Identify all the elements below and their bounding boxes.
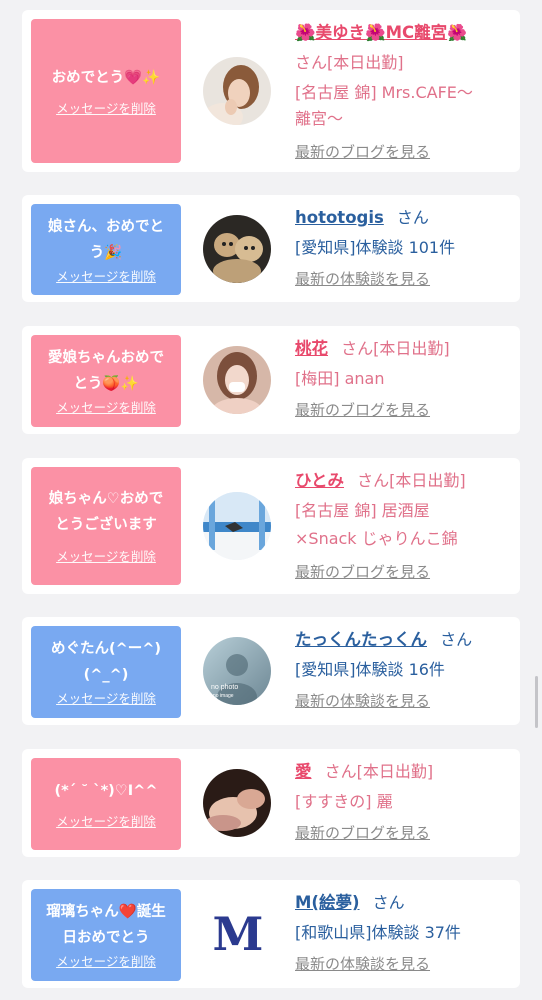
- member-info: 愛 さん[本日出勤] [すすきの] 麗 最新のブログを見る: [295, 757, 515, 845]
- delete-message-link[interactable]: メッセージを削除: [56, 953, 156, 971]
- message-card: 愛娘ちゃんおめで とう🍑✨ メッセージを削除 桃花 さん[本日出勤] [梅田] a…: [22, 326, 520, 434]
- member-suffix: さん: [440, 630, 473, 649]
- delete-message-link[interactable]: メッセージを削除: [56, 268, 156, 286]
- member-name-line: hototogis さん: [295, 203, 515, 233]
- message-card: 娘さん、おめでと う🎉 メッセージを削除 hototogis さん [愛知県]体験…: [22, 195, 520, 302]
- latest-review-link[interactable]: 最新の体験談を見る: [295, 267, 515, 291]
- member-suffix: さん: [396, 208, 429, 227]
- delete-message-link[interactable]: メッセージを削除: [56, 548, 156, 566]
- avatar[interactable]: [203, 215, 271, 283]
- member-name-link[interactable]: M(絵夢): [295, 893, 360, 912]
- avatar-placeholder[interactable]: no photo no image: [203, 637, 271, 705]
- member-name-line: 桃花 さん[本日出勤]: [295, 334, 515, 364]
- message-text: (*´ ˘ `*)♡I^^: [54, 783, 158, 799]
- member-name-line: ひとみ さん[本日出勤]: [295, 466, 515, 496]
- hibiscus-icon: 🌺: [365, 23, 386, 42]
- avatar[interactable]: [203, 346, 271, 414]
- member-review-count: [愛知県]体験談 16件: [295, 660, 445, 679]
- member-name-link[interactable]: 愛: [295, 762, 312, 781]
- member-location: [名古屋 錦] 居酒屋: [295, 501, 430, 520]
- member-location-cont: ×Snack じゃりんこ錦: [295, 529, 458, 548]
- delete-message-link[interactable]: メッセージを削除: [56, 399, 156, 417]
- delete-message-link[interactable]: メッセージを削除: [56, 100, 156, 118]
- member-suffix: さん: [372, 893, 405, 912]
- member-name-line: 愛 さん[本日出勤]: [295, 757, 515, 787]
- member-info: M(絵夢) さん [和歌山県]体験談 37件 最新の体験談を見る: [295, 888, 515, 976]
- message-text: 瑠璃ちゃん❤️誕生 日おめでとう: [46, 904, 166, 946]
- message-text: おめでとう💗✨: [51, 70, 161, 86]
- avatar[interactable]: [203, 769, 271, 837]
- latest-blog-link[interactable]: 最新のブログを見る: [295, 560, 515, 584]
- m-logo-icon: M: [212, 907, 264, 961]
- message-text: めぐたん(^ー^) (^_^): [50, 641, 162, 683]
- member-name-link[interactable]: たっくんたっくん: [295, 630, 427, 649]
- member-name-line: M(絵夢) さん: [295, 888, 515, 918]
- member-name-link[interactable]: hototogis: [295, 208, 384, 227]
- message-bubble: (*´ ˘ `*)♡I^^ メッセージを削除: [31, 758, 181, 850]
- member-location: [すすきの] 麗: [295, 792, 393, 811]
- message-card: 娘ちゃん♡おめで とうございます メッセージを削除 ひとみ さん[本日出勤] [名…: [22, 458, 520, 594]
- member-info: ひとみ さん[本日出勤] [名古屋 錦] 居酒屋 ×Snack じゃりんこ錦 最…: [295, 466, 515, 584]
- member-info: 桃花 さん[本日出勤] [梅田] anan 最新のブログを見る: [295, 334, 515, 422]
- message-card: めぐたん(^ー^) (^_^) メッセージを削除 no photo no imag…: [22, 617, 520, 725]
- message-card: (*´ ˘ `*)♡I^^ メッセージを削除 愛 さん[本日出勤] [すすきの]…: [22, 749, 520, 857]
- member-review-count: [愛知県]体験談 101件: [295, 238, 456, 257]
- delete-message-link[interactable]: メッセージを削除: [56, 813, 156, 831]
- hibiscus-icon: 🌺: [447, 23, 468, 42]
- member-info: たっくんたっくん さん [愛知県]体験談 16件 最新の体験談を見る: [295, 625, 515, 713]
- message-text: 愛娘ちゃんおめで とう🍑✨: [48, 350, 164, 392]
- member-name-line: たっくんたっくん さん: [295, 625, 515, 655]
- latest-blog-link[interactable]: 最新のブログを見る: [295, 140, 515, 164]
- member-location-cont: 離宮〜: [295, 109, 344, 128]
- latest-blog-link[interactable]: 最新のブログを見る: [295, 398, 515, 422]
- member-name-link[interactable]: 桃花: [295, 339, 328, 358]
- message-card: 瑠璃ちゃん❤️誕生 日おめでとう メッセージを削除 M M(絵夢) さん [和歌山…: [22, 880, 520, 988]
- scrollbar[interactable]: [535, 676, 538, 728]
- message-text: 娘ちゃん♡おめで とうございます: [48, 491, 164, 533]
- no-image-text: no image: [213, 693, 234, 699]
- message-bubble: 娘さん、おめでと う🎉 メッセージを削除: [31, 204, 181, 295]
- member-name-link[interactable]: 🌺美ゆき🌺MC離宮: [295, 23, 447, 42]
- avatar[interactable]: [203, 57, 271, 125]
- member-suffix: さん[本日出勤]: [341, 339, 450, 358]
- message-bubble: 愛娘ちゃんおめで とう🍑✨ メッセージを削除: [31, 335, 181, 427]
- member-suffix: さん[本日出勤]: [324, 762, 434, 781]
- member-name-line: 🌺美ゆき🌺MC離宮🌺: [295, 18, 515, 48]
- message-text: 娘さん、おめでと う🎉: [48, 218, 164, 261]
- delete-message-link[interactable]: メッセージを削除: [56, 690, 156, 708]
- member-location: [梅田] anan: [295, 369, 385, 388]
- avatar[interactable]: [203, 492, 271, 560]
- message-bubble: おめでとう💗✨ メッセージを削除: [31, 19, 181, 163]
- message-card: おめでとう💗✨ メッセージを削除 🌺美ゆき🌺MC離宮🌺 さん[本日出勤] [名古…: [22, 10, 520, 172]
- member-suffix: さん[本日出勤]: [357, 471, 466, 490]
- member-name-link[interactable]: ひとみ: [295, 471, 344, 490]
- member-status: さん[本日出勤]: [295, 53, 404, 72]
- latest-review-link[interactable]: 最新の体験談を見る: [295, 689, 515, 713]
- message-bubble: 娘ちゃん♡おめで とうございます メッセージを削除: [31, 467, 181, 585]
- member-info: 🌺美ゆき🌺MC離宮🌺 さん[本日出勤] [名古屋 錦] Mrs.CAFE〜 離宮…: [295, 18, 515, 164]
- message-bubble: めぐたん(^ー^) (^_^) メッセージを削除: [31, 626, 181, 718]
- member-info: hototogis さん [愛知県]体験談 101件 最新の体験談を見る: [295, 203, 515, 291]
- member-review-count: [和歌山県]体験談 37件: [295, 923, 461, 942]
- avatar-logo[interactable]: M: [203, 900, 271, 968]
- latest-blog-link[interactable]: 最新のブログを見る: [295, 821, 515, 845]
- hibiscus-icon: 🌺: [295, 23, 316, 42]
- latest-review-link[interactable]: 最新の体験談を見る: [295, 952, 515, 976]
- message-bubble: 瑠璃ちゃん❤️誕生 日おめでとう メッセージを削除: [31, 889, 181, 981]
- no-photo-text: no photo: [211, 684, 238, 691]
